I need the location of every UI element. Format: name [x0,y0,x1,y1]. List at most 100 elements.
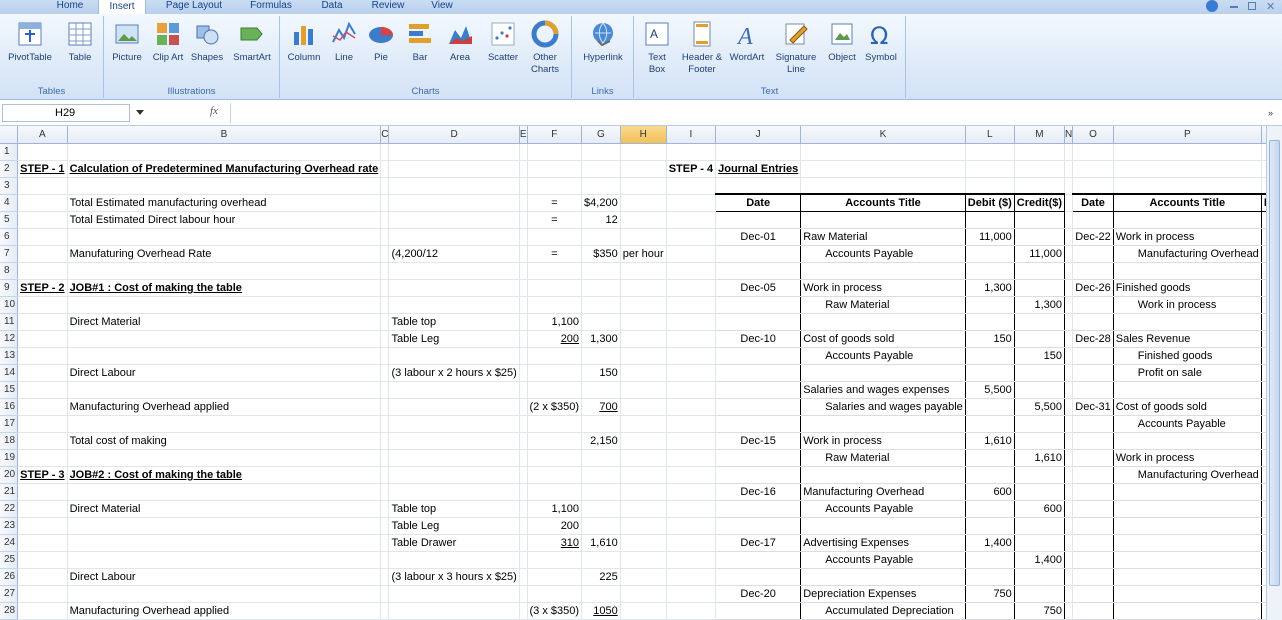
cell[interactable]: Work in process [1113,296,1262,314]
cell[interactable] [1014,466,1066,484]
cell[interactable] [380,381,390,399]
row-header[interactable]: 24 [0,534,19,552]
cell[interactable] [17,415,68,433]
cell[interactable] [67,517,382,535]
clipart-button[interactable]: Clip Art [150,20,186,64]
cell[interactable] [666,143,717,161]
cell[interactable] [67,347,382,365]
cell[interactable] [620,602,667,620]
cell[interactable] [17,432,68,450]
cell[interactable] [388,228,520,246]
cell[interactable] [1072,500,1114,518]
row-header[interactable]: 8 [0,262,19,280]
cell[interactable] [620,449,667,467]
cell[interactable] [1072,551,1114,569]
cell[interactable] [380,262,390,280]
cell[interactable] [380,279,390,297]
cell[interactable] [1014,279,1066,297]
cell[interactable] [1072,347,1114,365]
cell[interactable]: 600 [965,483,1015,501]
cell[interactable]: Manufaturing Overhead Rate [67,245,382,263]
cell[interactable]: (3 x $350) [527,602,583,620]
cell[interactable] [800,313,966,331]
cell[interactable] [666,449,717,467]
row-header[interactable]: 17 [0,415,19,433]
row-header[interactable]: 5 [0,211,19,229]
cell[interactable]: Accounts Payable [800,551,966,569]
cell[interactable] [666,398,717,416]
cell[interactable] [519,585,528,603]
cell[interactable] [965,262,1015,280]
cell[interactable] [380,568,390,586]
cell[interactable] [1064,228,1074,246]
cell[interactable]: $4,200 [581,194,621,212]
cell[interactable] [965,602,1015,620]
pivottable-button[interactable]: PivotTable [4,20,56,64]
cell[interactable]: Accumulated Depreciation [800,602,966,620]
cell[interactable]: Dec-20 [715,585,802,603]
cell[interactable] [1014,483,1066,501]
cell[interactable] [67,381,382,399]
cell[interactable] [715,364,802,382]
cell[interactable] [1113,483,1262,501]
cell[interactable] [1113,585,1262,603]
row-header[interactable]: 12 [0,330,19,348]
cell[interactable] [527,347,583,365]
cell[interactable] [581,517,621,535]
cell[interactable] [1072,160,1114,178]
cell[interactable]: Dec-31 [1072,398,1114,416]
cell[interactable] [666,245,717,263]
cell[interactable] [1072,364,1114,382]
cell[interactable]: Finished goods [1113,279,1262,297]
cell[interactable] [1113,432,1262,450]
cell[interactable] [965,500,1015,518]
cell[interactable]: 1,400 [965,534,1015,552]
bar-chart-button[interactable]: Bar [404,20,436,64]
cell[interactable] [380,177,390,195]
cell[interactable] [388,262,520,280]
cell[interactable] [380,228,390,246]
cell[interactable] [519,330,528,348]
scatter-chart-button[interactable]: Scatter [484,20,522,64]
row-header[interactable]: 7 [0,245,19,263]
cell[interactable] [1113,568,1262,586]
cell[interactable] [519,194,528,212]
cell[interactable] [800,517,966,535]
cell[interactable]: 310 [527,534,583,552]
cell[interactable] [666,177,717,195]
cell[interactable] [1064,381,1074,399]
cell[interactable] [1072,143,1114,161]
cell[interactable] [380,313,390,331]
cell[interactable]: 11,000 [965,228,1015,246]
cell[interactable] [1064,534,1074,552]
cell[interactable] [666,466,717,484]
column-header-c[interactable]: C [380,126,390,144]
cell[interactable]: Work in process [800,432,966,450]
cell[interactable] [1014,313,1066,331]
cell[interactable] [17,534,68,552]
cell[interactable] [519,568,528,586]
cell[interactable] [666,500,717,518]
cell[interactable] [17,228,68,246]
cell[interactable] [380,483,390,501]
cell[interactable] [800,364,966,382]
cell[interactable]: STEP - 4 [666,160,717,178]
cell[interactable] [17,262,68,280]
cell[interactable] [715,602,802,620]
cell[interactable]: Cost of goods sold [1113,398,1262,416]
cell[interactable] [715,313,802,331]
cell[interactable] [1064,262,1074,280]
cell[interactable] [1113,381,1262,399]
cell[interactable]: Dec-10 [715,330,802,348]
cell[interactable] [965,177,1015,195]
cell[interactable] [1113,551,1262,569]
cell[interactable] [1064,330,1074,348]
cell[interactable] [519,296,528,314]
cell[interactable] [581,262,621,280]
cell[interactable]: Table top [388,313,520,331]
cell[interactable]: Direct Labour [67,568,382,586]
cell[interactable] [715,211,802,229]
cell[interactable] [1072,415,1114,433]
row-header[interactable]: 3 [0,177,19,195]
cell[interactable] [17,398,68,416]
